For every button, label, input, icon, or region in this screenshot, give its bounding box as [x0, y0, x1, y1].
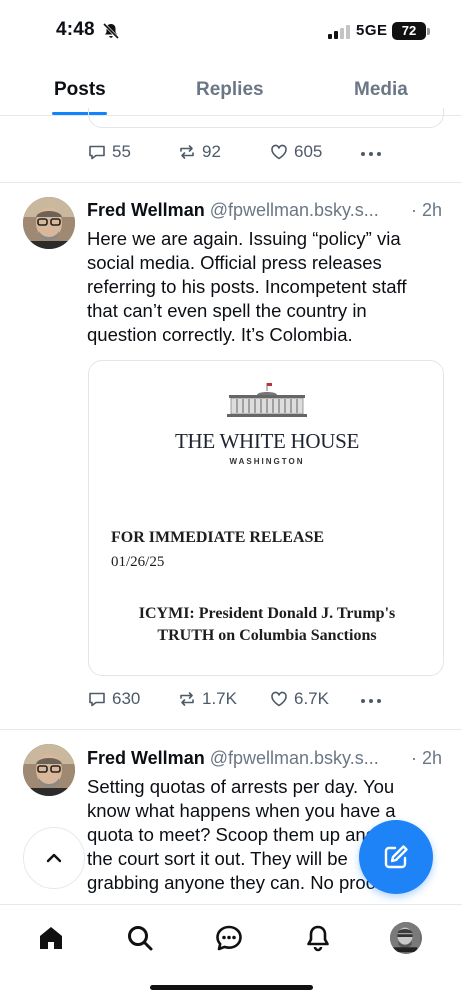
- release-label: FOR IMMEDIATE RELEASE: [111, 529, 325, 546]
- nav-home[interactable]: [34, 921, 68, 955]
- press-release-headline: ICYMI: President Donald J. Trump's TRUTH…: [138, 605, 396, 644]
- home-icon: [40, 927, 62, 949]
- compose-icon: [384, 845, 408, 869]
- repost-count: 92: [202, 142, 221, 161]
- white-house-logo: [227, 383, 307, 417]
- post-timestamp: · 2h: [410, 748, 442, 768]
- reply-count: 630: [112, 689, 141, 708]
- tab-media[interactable]: Media: [354, 79, 408, 101]
- battery-tip: [427, 28, 430, 35]
- post-divider: [0, 729, 462, 730]
- post-text: Here we are again. Issuing “policy” via …: [87, 228, 407, 345]
- more-dots-icon: [361, 691, 381, 711]
- tab-replies[interactable]: Replies: [196, 79, 264, 101]
- author-handle[interactable]: @fpwellman.bsky.s...: [210, 200, 379, 220]
- release-date: 01/26/25: [111, 554, 165, 570]
- post-actions: 630 1.7K 6.7K: [87, 689, 407, 715]
- repost-count: 1.7K: [202, 689, 237, 708]
- home-indicator: [150, 985, 313, 990]
- like-count: 6.7K: [294, 689, 329, 708]
- more-options-button[interactable]: [361, 144, 381, 164]
- reply-button[interactable]: 55: [87, 142, 131, 162]
- heart-icon: [271, 144, 287, 160]
- muted-bell-icon: [102, 22, 120, 40]
- like-button[interactable]: 6.7K: [269, 689, 329, 709]
- author-name[interactable]: Fred Wellman: [87, 200, 205, 220]
- previous-post-embed-edge: [88, 108, 444, 128]
- more-dots-icon: [361, 144, 381, 164]
- post-divider: [0, 182, 462, 183]
- more-options-button[interactable]: [361, 691, 381, 711]
- heart-icon: [271, 691, 287, 707]
- nav-search[interactable]: [123, 921, 157, 955]
- reply-icon: [89, 145, 105, 160]
- author-handle[interactable]: @fpwellman.bsky.s...: [210, 748, 379, 768]
- repost-button[interactable]: 92: [177, 142, 221, 162]
- post-header: Fred Wellman @fpwellman.bsky.s...: [87, 200, 379, 221]
- status-time: 4:48: [56, 19, 95, 40]
- chat-icon: [216, 925, 242, 951]
- repost-icon: [180, 145, 194, 159]
- like-button[interactable]: 605: [269, 142, 322, 162]
- nav-profile[interactable]: [389, 921, 423, 955]
- press-release-org-title: THE WHITE HOUSE: [174, 429, 360, 453]
- author-name[interactable]: Fred Wellman: [87, 748, 205, 768]
- nav-chat[interactable]: [212, 921, 246, 955]
- battery-icon: 72: [392, 22, 426, 40]
- previous-post-actions: 55 92 605: [87, 142, 407, 168]
- tab-posts[interactable]: Posts: [54, 79, 106, 101]
- scroll-to-top-button[interactable]: [23, 827, 85, 889]
- repost-button[interactable]: 1.7K: [177, 689, 237, 709]
- avatar[interactable]: [23, 197, 75, 249]
- reply-count: 55: [112, 142, 131, 161]
- repost-icon: [180, 692, 194, 706]
- reply-icon: [89, 692, 105, 707]
- profile-avatar: [390, 922, 422, 954]
- press-release-org-subtitle: WASHINGTON: [229, 457, 305, 466]
- avatar-image: [23, 744, 75, 796]
- nav-notifications[interactable]: [301, 921, 335, 955]
- signal-icon: [328, 25, 350, 39]
- embedded-image[interactable]: THE WHITE HOUSE WASHINGTON FOR IMMEDIATE…: [88, 360, 444, 676]
- chevron-up-icon: [46, 853, 62, 863]
- like-count: 605: [294, 142, 323, 161]
- bell-icon: [307, 925, 329, 952]
- post-timestamp: · 2h: [410, 200, 442, 220]
- search-icon: [128, 926, 153, 951]
- reply-button[interactable]: 630: [87, 689, 140, 709]
- post-header: Fred Wellman @fpwellman.bsky.s...: [87, 748, 379, 769]
- avatar-image: [23, 197, 75, 249]
- avatar[interactable]: [23, 744, 75, 796]
- network-type: 5GE: [356, 22, 388, 39]
- compose-button[interactable]: [359, 820, 433, 894]
- status-bar: 4:48 5GE 72: [0, 0, 462, 62]
